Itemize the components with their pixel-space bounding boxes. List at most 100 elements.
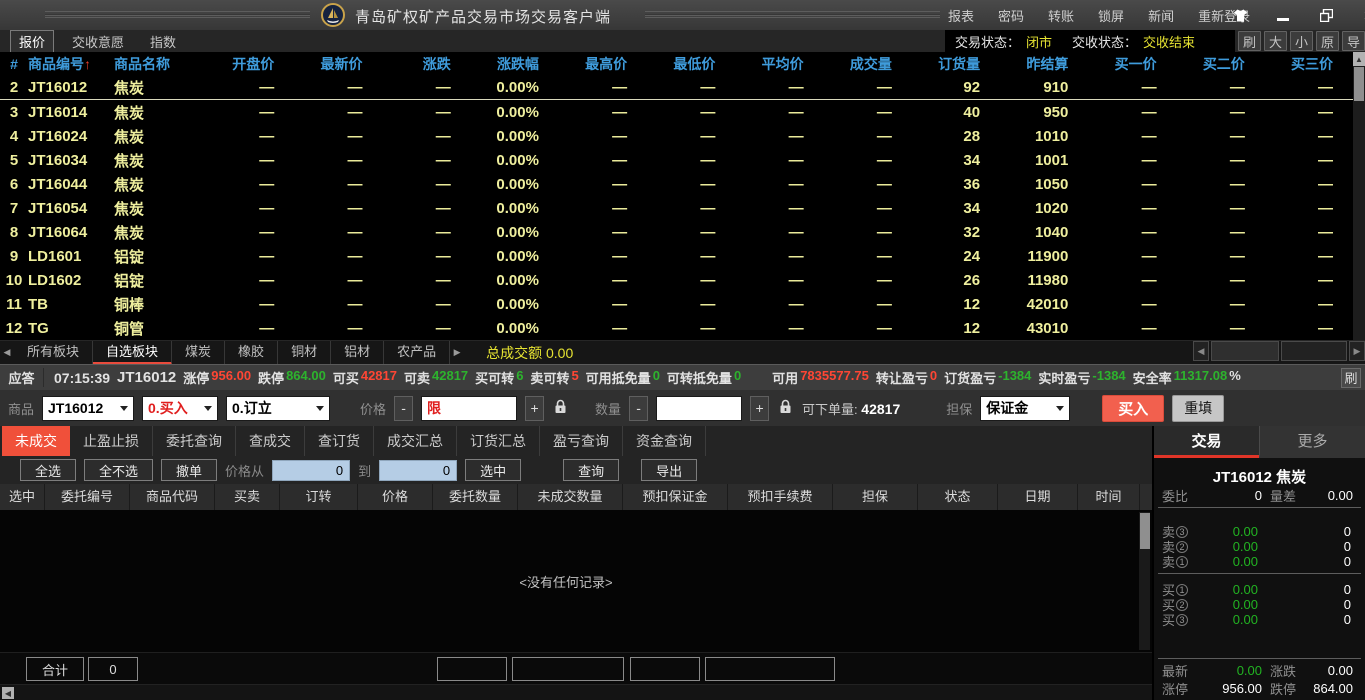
board-tab[interactable]: 自选板块: [93, 341, 172, 365]
order-tab[interactable]: 订货汇总: [457, 426, 540, 456]
quote-column-header[interactable]: 涨跌幅: [471, 54, 559, 74]
scrollbar-thumb[interactable]: [1354, 67, 1364, 101]
quote-row[interactable]: 6JT16044焦炭———0.00%————361050———: [0, 172, 1353, 196]
view-tool-button[interactable]: 原: [1316, 31, 1339, 51]
buy-button[interactable]: 买入: [1102, 395, 1164, 422]
order-tab[interactable]: 委托查询: [153, 426, 236, 456]
menu-tab[interactable]: 报价: [10, 30, 54, 53]
query-button[interactable]: 查询: [563, 459, 619, 481]
qty-decrement-button[interactable]: -: [629, 396, 648, 421]
order-type-select[interactable]: 0.订立: [226, 396, 330, 421]
price-to-input[interactable]: [379, 460, 457, 481]
board-tab[interactable]: 铝材: [331, 341, 384, 365]
board-tab[interactable]: 橡胶: [225, 341, 278, 365]
price-increment-button[interactable]: +: [525, 396, 544, 421]
qty-input[interactable]: [656, 396, 742, 421]
titlebar-menu-item[interactable]: 报表: [948, 6, 974, 25]
quote-scrollbar[interactable]: ▲: [1353, 52, 1365, 340]
scroll-left-icon[interactable]: ◀: [1193, 341, 1209, 361]
selected-button[interactable]: 选中: [465, 459, 521, 481]
quote-column-header[interactable]: 商品名称: [114, 54, 206, 74]
titlebar-menu-item[interactable]: 转账: [1048, 6, 1074, 25]
order-tab[interactable]: 盈亏查询: [540, 426, 623, 456]
quote-row[interactable]: 10LD1602铝锭———0.00%————2611980———: [0, 268, 1353, 292]
price-from-input[interactable]: [272, 460, 350, 481]
scroll-up-icon[interactable]: ▲: [1353, 52, 1365, 66]
quote-column-header[interactable]: 买一价: [1088, 54, 1176, 74]
quote-column-header[interactable]: 开盘价: [206, 54, 294, 74]
qty-lock-icon[interactable]: [779, 399, 792, 417]
board-tabs-scroll-left-icon[interactable]: ◀: [0, 347, 14, 358]
orders-column-header[interactable]: 委托数量: [433, 484, 518, 510]
price-decrement-button[interactable]: -: [394, 396, 413, 421]
select-all-button[interactable]: 全选: [20, 459, 76, 481]
quote-column-header[interactable]: 涨跌: [382, 54, 470, 74]
price-input[interactable]: [421, 396, 517, 421]
board-tab[interactable]: 农产品: [384, 341, 450, 365]
menu-tab[interactable]: 交收意愿: [64, 31, 132, 52]
orders-column-header[interactable]: 价格: [358, 484, 433, 510]
board-tab[interactable]: 铜材: [278, 341, 331, 365]
orders-scrollbar[interactable]: [1139, 512, 1150, 650]
quote-column-header[interactable]: 最高价: [559, 54, 647, 74]
price-lock-icon[interactable]: [554, 399, 567, 417]
refresh-button[interactable]: 刷: [1341, 368, 1361, 388]
quote-row[interactable]: 5JT16034焦炭———0.00%————341001———: [0, 148, 1353, 172]
quote-row[interactable]: 3JT16014焦炭———0.00%————40950———: [0, 100, 1353, 124]
board-tab[interactable]: 所有板块: [14, 341, 93, 365]
titlebar-menu-item[interactable]: 密码: [998, 6, 1024, 25]
quote-column-header[interactable]: 买二价: [1177, 54, 1265, 74]
board-tabs-scroll-right-icon[interactable]: ▶: [450, 347, 464, 358]
product-select[interactable]: JT16012: [42, 396, 134, 421]
orders-column-header[interactable]: 商品代码: [130, 484, 215, 510]
quote-row[interactable]: 4JT16024焦炭———0.00%————281010———: [0, 124, 1353, 148]
quote-column-header[interactable]: 成交量: [824, 54, 912, 74]
order-tab[interactable]: 未成交: [2, 426, 70, 456]
orders-column-header[interactable]: 日期: [998, 484, 1078, 510]
skin-icon[interactable]: [1232, 7, 1248, 23]
view-tool-button[interactable]: 导: [1342, 31, 1365, 51]
quote-column-header[interactable]: #: [0, 56, 28, 72]
view-tool-button[interactable]: 刷: [1238, 31, 1261, 51]
scrollbar-thumb[interactable]: [1211, 341, 1279, 361]
export-button[interactable]: 导出: [641, 459, 697, 481]
qty-increment-button[interactable]: +: [750, 396, 769, 421]
orders-column-header[interactable]: 时间: [1078, 484, 1140, 510]
order-tab[interactable]: 查成交: [236, 426, 305, 456]
scrollbar-track[interactable]: [1281, 341, 1347, 361]
panel-tab[interactable]: 更多: [1259, 426, 1365, 458]
side-select[interactable]: 0.买入: [142, 396, 218, 421]
quote-row[interactable]: 9LD1601铝锭———0.00%————2411900———: [0, 244, 1353, 268]
view-tool-button[interactable]: 大: [1264, 31, 1287, 51]
menu-tab[interactable]: 指数: [142, 31, 184, 52]
margin-select[interactable]: 保证金: [980, 396, 1070, 421]
scrollbar-thumb[interactable]: [1140, 513, 1150, 549]
board-tab[interactable]: 煤炭: [172, 341, 225, 365]
order-tab[interactable]: 成交汇总: [374, 426, 457, 456]
quote-row[interactable]: 8JT16064焦炭———0.00%————321040———: [0, 220, 1353, 244]
quote-row[interactable]: 7JT16054焦炭———0.00%————341020———: [0, 196, 1353, 220]
quote-row[interactable]: 12TG铜管———0.00%————1243010———: [0, 316, 1353, 340]
orders-column-header[interactable]: 订转: [280, 484, 358, 510]
cancel-order-button[interactable]: 撤单: [161, 459, 217, 481]
orders-column-header[interactable]: 未成交数量: [518, 484, 623, 510]
orders-column-header[interactable]: 状态: [918, 484, 998, 510]
orders-column-header[interactable]: 预扣保证金: [623, 484, 728, 510]
order-tab[interactable]: 查订货: [305, 426, 374, 456]
order-tab[interactable]: 资金查询: [623, 426, 706, 456]
scroll-left-icon[interactable]: ◀: [2, 687, 14, 699]
orders-column-header[interactable]: 买卖: [215, 484, 280, 510]
minimize-icon[interactable]: [1275, 7, 1291, 23]
select-none-button[interactable]: 全不选: [84, 459, 153, 481]
orders-column-header[interactable]: 委托编号: [45, 484, 130, 510]
orders-column-header[interactable]: 选中: [0, 484, 45, 510]
quote-column-header[interactable]: 最新价: [294, 54, 382, 74]
titlebar-menu-item[interactable]: 锁屏: [1098, 6, 1124, 25]
reset-button[interactable]: 重填: [1172, 395, 1224, 422]
quote-row[interactable]: 11TB铜棒———0.00%————1242010———: [0, 292, 1353, 316]
orders-column-header[interactable]: 预扣手续费: [728, 484, 833, 510]
quote-column-header[interactable]: 平均价: [735, 54, 823, 74]
quote-column-header[interactable]: 最低价: [647, 54, 735, 74]
titlebar-menu-item[interactable]: 新闻: [1148, 6, 1174, 25]
panel-tab[interactable]: 交易: [1154, 426, 1259, 458]
